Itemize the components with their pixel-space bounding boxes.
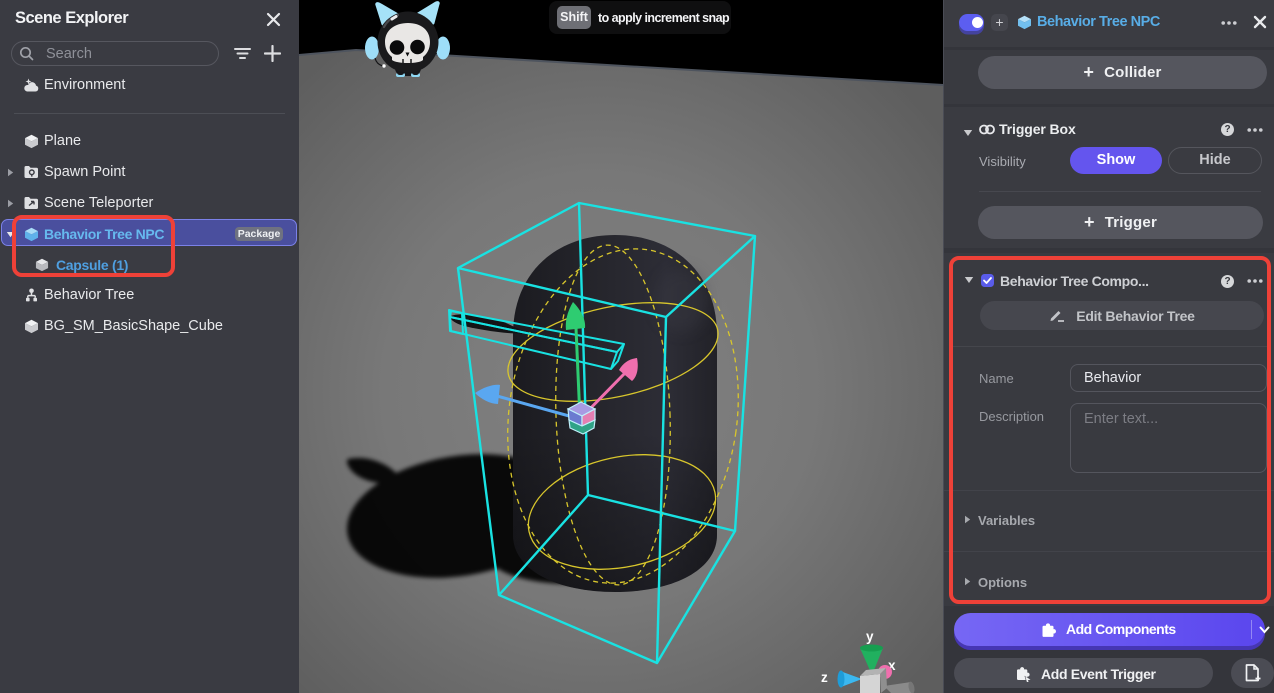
svg-text:z: z: [821, 670, 828, 685]
svg-text:y: y: [866, 629, 874, 644]
